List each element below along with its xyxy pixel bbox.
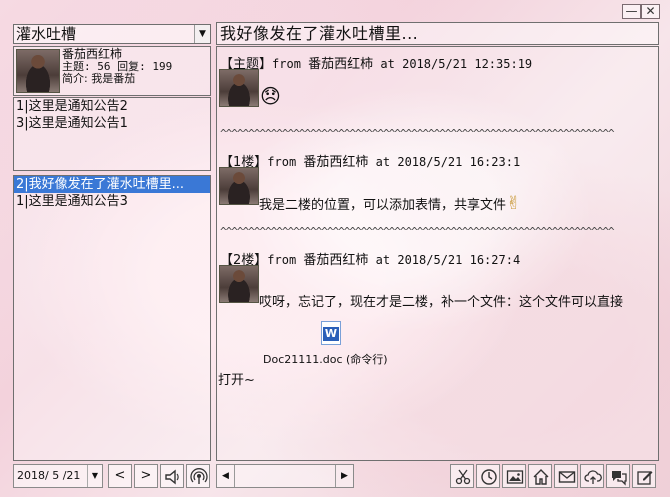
- user-info-panel: 番茄西红柿 主题: 56 回复: 199 简介: 我是番茄: [13, 46, 211, 96]
- victory-hand-icon: ✌: [506, 193, 522, 214]
- separator: ^^^^^^^^^^^^^^^^^^^^^^^^^^^^^^^^^^^^^^^^…: [220, 225, 615, 238]
- avatar[interactable]: [16, 49, 60, 93]
- post-body: 我是二楼的位置，可以添加表情，共享文件✌: [259, 193, 522, 214]
- close-button[interactable]: ✕: [641, 4, 660, 19]
- post-header: 【1楼】from 番茄西红柿 at 2018/5/21 16:23:1: [220, 155, 521, 170]
- post-body-continued: 打开~: [218, 373, 255, 388]
- date-picker[interactable]: 2018/ 5 /21 ▼: [13, 464, 103, 488]
- speaker-icon[interactable]: [160, 464, 184, 488]
- list-item[interactable]: 1|这里是通知公告2: [14, 98, 210, 115]
- post-content: 【主题】from 番茄西红柿 at 2018/5/21 12:35:19 😞 ^…: [216, 46, 659, 461]
- scroll-right-button[interactable]: ▶: [335, 465, 353, 487]
- chevron-down-icon[interactable]: ▼: [87, 465, 102, 487]
- cloud-upload-icon[interactable]: [580, 464, 604, 488]
- list-item[interactable]: 1|这里是通知公告3: [14, 193, 210, 210]
- post-header: 【2楼】from 番茄西红柿 at 2018/5/21 16:27:4: [220, 253, 521, 268]
- list-item[interactable]: 3|这里是通知公告1: [14, 115, 210, 132]
- horizontal-scrollbar[interactable]: ◀ ▶: [216, 464, 354, 488]
- chevron-down-icon[interactable]: ▼: [194, 25, 210, 43]
- minimize-button[interactable]: —: [622, 4, 641, 19]
- forum-select[interactable]: 灌水吐槽 ▼: [13, 24, 211, 44]
- thread-list: 2|我好像发在了灌水吐槽里... 1|这里是通知公告3: [13, 175, 211, 461]
- avatar[interactable]: [219, 69, 259, 107]
- mail-icon[interactable]: [554, 464, 578, 488]
- post-header: 【主题】from 番茄西红柿 at 2018/5/21 12:35:19: [220, 57, 533, 72]
- notice-list: 1|这里是通知公告2 3|这里是通知公告1: [13, 97, 211, 171]
- edit-icon[interactable]: [632, 464, 656, 488]
- sad-emoji-icon: 😞: [260, 84, 281, 108]
- user-intro: 简介: 我是番茄: [62, 72, 136, 85]
- prev-button[interactable]: <: [108, 464, 132, 488]
- clock-icon[interactable]: [476, 464, 500, 488]
- thread-title: 我好像发在了灌水吐槽里...: [216, 22, 659, 45]
- avatar[interactable]: [219, 167, 259, 205]
- broadcast-icon[interactable]: [186, 464, 210, 488]
- app-window: { "window": {"minimize": "—", "close": "…: [0, 0, 670, 497]
- scissors-icon[interactable]: [450, 464, 474, 488]
- next-button[interactable]: >: [134, 464, 158, 488]
- separator: ^^^^^^^^^^^^^^^^^^^^^^^^^^^^^^^^^^^^^^^^…: [220, 127, 615, 140]
- word-document-icon[interactable]: W: [321, 321, 341, 345]
- attachment-link[interactable]: Doc21111.doc (命令行): [263, 351, 388, 367]
- chat-icon[interactable]: [606, 464, 630, 488]
- image-icon[interactable]: [502, 464, 526, 488]
- avatar[interactable]: [219, 265, 259, 303]
- scroll-left-button[interactable]: ◀: [217, 465, 235, 487]
- user-name: 番茄西红柿: [62, 47, 123, 61]
- list-item[interactable]: 2|我好像发在了灌水吐槽里...: [14, 176, 210, 193]
- home-icon[interactable]: [528, 464, 552, 488]
- post-body: 哎呀，忘记了，现在才是二楼，补一个文件：这个文件可以直接: [259, 295, 624, 310]
- forum-select-value: 灌水吐槽: [16, 25, 77, 43]
